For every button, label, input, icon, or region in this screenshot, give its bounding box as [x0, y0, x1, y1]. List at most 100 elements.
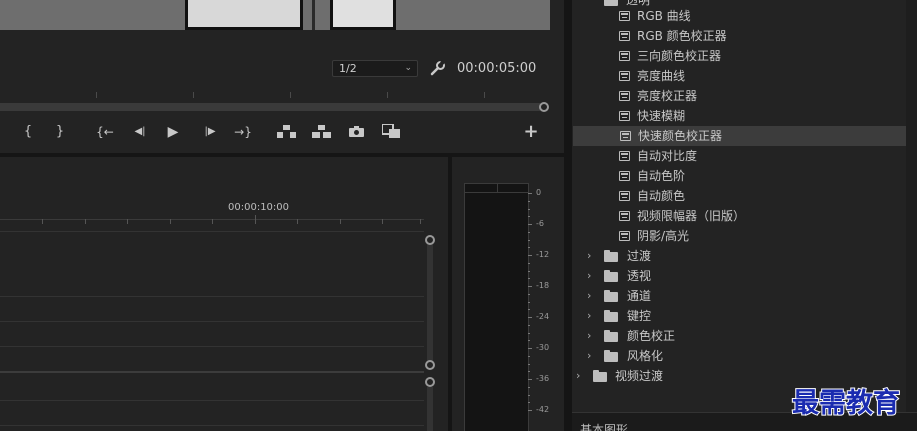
step-back-button[interactable]: ◀| — [130, 124, 150, 140]
effect-item[interactable]: 快速颜色校正器 — [573, 126, 906, 146]
effect-item[interactable]: 亮度校正器 — [572, 86, 906, 106]
db-label: -18 — [536, 281, 550, 290]
scrub-tick — [387, 92, 388, 98]
lift-icon[interactable] — [277, 125, 296, 138]
folder-row[interactable]: › 通道 — [572, 286, 906, 306]
db-minor-tick — [528, 371, 530, 373]
compare-view-icon[interactable] — [382, 124, 401, 139]
video-audio-divider[interactable] — [0, 371, 424, 373]
effect-item[interactable]: 三向颜色校正器 — [572, 46, 906, 66]
mark-out-button[interactable]: } — [54, 124, 66, 140]
wrench-icon[interactable] — [430, 60, 446, 76]
panel-divider[interactable] — [564, 0, 572, 431]
chevron-right-icon[interactable]: › — [587, 246, 591, 266]
effect-preset-icon — [619, 111, 630, 121]
track-divider — [0, 425, 424, 426]
play-button[interactable]: ▶ — [165, 124, 181, 140]
track-divider — [0, 231, 424, 232]
db-label: -30 — [536, 343, 550, 352]
effect-item[interactable]: 自动色阶 — [572, 166, 906, 186]
db-label: -6 — [536, 219, 544, 228]
program-monitor: 1/2 ⌄ 00:00:05:00 { } {← ◀| ▶ |▶ →} + — [0, 0, 564, 153]
db-minor-tick — [528, 324, 530, 326]
folder-label: 通道 — [627, 289, 652, 303]
effect-label: 阴影/高光 — [637, 229, 690, 243]
effect-item[interactable]: 自动对比度 — [572, 146, 906, 166]
scrollbar-handle-top[interactable] — [425, 235, 435, 245]
chevron-right-icon[interactable]: › — [587, 306, 591, 326]
effect-label: 自动颜色 — [637, 189, 686, 203]
zoom-handle[interactable] — [539, 102, 549, 112]
db-minor-tick — [528, 394, 530, 396]
scrollbar-handle-bottom[interactable] — [425, 360, 435, 370]
extract-icon[interactable] — [312, 125, 331, 138]
meter-channel-split — [497, 184, 498, 193]
audio-tracks-scrollbar[interactable] — [427, 387, 433, 431]
effect-item[interactable]: RGB 颜色校正器 — [572, 26, 906, 46]
db-minor-tick — [528, 340, 530, 342]
panel-title: 基本图形 — [580, 423, 629, 431]
effect-label: 三向颜色校正器 — [637, 49, 722, 63]
db-label: -42 — [536, 405, 550, 414]
scrubber-track[interactable] — [0, 103, 540, 111]
playback-scrubber[interactable] — [0, 90, 546, 114]
effect-preset-icon — [619, 151, 630, 161]
folder-row[interactable]: › 风格化 — [572, 346, 906, 366]
timeline-panel: 00:00:10:00 — [0, 157, 448, 431]
ruler-tick — [420, 219, 421, 224]
ruler-tick — [170, 219, 171, 224]
effect-label: 自动色阶 — [637, 169, 686, 183]
effect-preset-icon — [619, 51, 630, 61]
effect-item[interactable]: RGB 曲线 — [572, 6, 906, 26]
track-divider — [0, 321, 424, 322]
video-preview — [0, 0, 550, 30]
effect-item[interactable]: 自动颜色 — [572, 186, 906, 206]
effect-label: RGB 曲线 — [637, 9, 691, 23]
db-tick — [528, 317, 532, 318]
camera-icon[interactable] — [349, 126, 364, 137]
folder-icon — [604, 350, 618, 362]
audio-scrollbar-handle[interactable] — [425, 377, 435, 387]
effect-label: 亮度校正器 — [637, 89, 698, 103]
folder-label: 键控 — [627, 309, 652, 323]
chevron-right-icon[interactable]: › — [587, 286, 591, 306]
go-to-out-button[interactable]: →} — [232, 124, 254, 140]
db-tick — [528, 286, 532, 287]
effect-label: 自动对比度 — [637, 149, 698, 163]
mark-in-button[interactable]: { — [22, 124, 34, 140]
video-tracks-scrollbar[interactable] — [427, 239, 433, 369]
effect-item[interactable]: 亮度曲线 — [572, 66, 906, 86]
scrub-tick — [484, 92, 485, 98]
db-minor-tick — [528, 363, 530, 365]
ruler-tick — [85, 219, 86, 224]
effect-preset-icon — [619, 11, 630, 21]
folder-row[interactable]: › 过渡 — [572, 246, 906, 266]
chevron-right-icon[interactable]: › — [587, 346, 591, 366]
picture-frame-left — [185, 0, 303, 30]
db-minor-tick — [528, 402, 530, 404]
playhead-timecode[interactable]: 00:00:05:00 — [457, 61, 536, 76]
step-forward-button[interactable]: |▶ — [200, 124, 220, 140]
resolution-select[interactable]: 1/2 ⌄ — [332, 60, 418, 77]
effect-preset-icon — [619, 211, 630, 221]
db-tick — [528, 255, 532, 256]
chevron-right-icon[interactable]: › — [587, 326, 591, 346]
effect-item[interactable]: 快速模糊 — [572, 106, 906, 126]
effects-panel: 透明 RGB 曲线 RGB 颜色校正器 三向颜色校正器 亮度曲线 亮度校正器 快速模糊 快速… — [572, 0, 917, 412]
db-minor-tick — [528, 270, 530, 272]
effect-preset-icon — [619, 91, 630, 101]
db-minor-tick — [528, 216, 530, 218]
effects-scrollbar[interactable] — [906, 0, 917, 412]
folder-row[interactable]: › 颜色校正 — [572, 326, 906, 346]
folder-row[interactable]: › 透视 — [572, 266, 906, 286]
effect-item[interactable]: 视频限幅器（旧版） — [572, 206, 906, 226]
effect-item[interactable]: 阴影/高光 — [572, 226, 906, 246]
audio-meter — [464, 183, 529, 431]
go-to-in-button[interactable]: {← — [94, 124, 116, 140]
ruler-tick — [212, 219, 213, 224]
db-tick — [528, 410, 532, 411]
chevron-right-icon[interactable]: › — [576, 366, 580, 386]
folder-row[interactable]: › 键控 — [572, 306, 906, 326]
add-button[interactable]: + — [522, 123, 540, 141]
chevron-right-icon[interactable]: › — [587, 266, 591, 286]
